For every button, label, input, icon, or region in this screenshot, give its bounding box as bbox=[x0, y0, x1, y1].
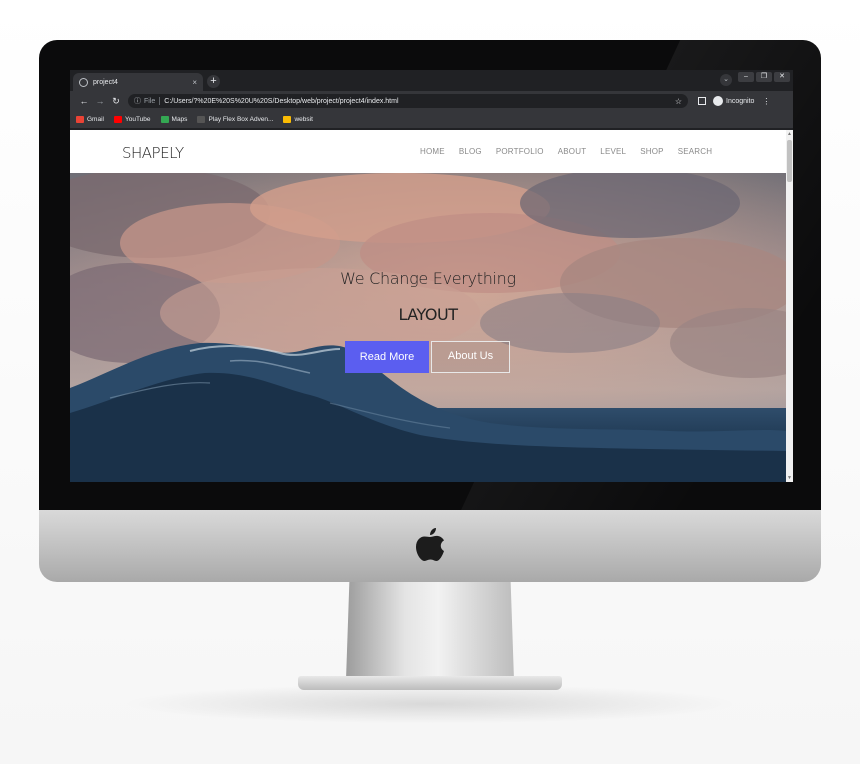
nav-home[interactable]: HOME bbox=[420, 147, 445, 156]
close-icon[interactable]: × bbox=[192, 78, 197, 87]
page-scrollbar[interactable]: ▲ ▼ bbox=[786, 130, 793, 482]
forward-arrow-icon[interactable]: → bbox=[92, 96, 108, 106]
stand-shadow bbox=[120, 684, 740, 724]
toolbar-right: Incognito bbox=[698, 96, 754, 106]
read-more-button[interactable]: Read More bbox=[345, 341, 429, 373]
youtube-icon bbox=[113, 116, 122, 123]
site-nav: HOME BLOG PORTFOLIO ABOUT LEVEL SHOP SEA… bbox=[420, 147, 712, 156]
nav-search[interactable]: SEARCH bbox=[678, 147, 713, 156]
maps-icon bbox=[160, 116, 169, 123]
screen: project4 × + ⌄ – ❐ ✕ ← → ↻ ⓘ File C:/Use… bbox=[70, 70, 793, 482]
nav-blog[interactable]: BLOG bbox=[459, 147, 482, 156]
gmail-icon bbox=[76, 116, 84, 123]
incognito-badge[interactable]: Incognito bbox=[713, 96, 754, 106]
about-us-button[interactable]: About Us bbox=[431, 341, 510, 373]
window-controls: – ❐ ✕ bbox=[738, 72, 790, 82]
tab-title: project4 bbox=[93, 78, 118, 86]
divider bbox=[159, 97, 161, 105]
incognito-icon bbox=[713, 96, 723, 106]
url-text[interactable]: C:/Users/?%20E%20S%20U%20S/Desktop/web/p… bbox=[164, 98, 675, 105]
nav-level[interactable]: LEVEL bbox=[600, 147, 626, 156]
bookmark-websit[interactable]: websit bbox=[283, 116, 313, 123]
apple-logo-icon bbox=[416, 528, 444, 561]
scene: project4 × + ⌄ – ❐ ✕ ← → ↻ ⓘ File C:/Use… bbox=[0, 0, 860, 764]
bookmark-flexbox[interactable]: Play Flex Box Adven... bbox=[197, 116, 273, 123]
site-logo[interactable]: SHAPELY bbox=[122, 144, 184, 162]
stand-neck bbox=[346, 582, 514, 680]
nav-shop[interactable]: SHOP bbox=[640, 147, 663, 156]
restore-button[interactable]: ❐ bbox=[756, 72, 772, 82]
hero-subheading: LAYOUT bbox=[398, 305, 458, 324]
bookmark-maps[interactable]: Maps bbox=[160, 116, 187, 123]
chevron-down-icon[interactable]: ⌄ bbox=[720, 74, 732, 86]
scroll-down-icon[interactable]: ▼ bbox=[787, 475, 792, 481]
nav-portfolio[interactable]: PORTFOLIO bbox=[496, 147, 544, 156]
webpage: SHAPELY HOME BLOG PORTFOLIO ABOUT LEVEL … bbox=[70, 130, 786, 482]
more-menu-icon[interactable]: ⋮ bbox=[762, 97, 770, 106]
flexbox-icon bbox=[197, 116, 206, 123]
folder-icon bbox=[283, 116, 292, 123]
site-header: SHAPELY HOME BLOG PORTFOLIO ABOUT LEVEL … bbox=[70, 130, 786, 173]
side-panel-icon[interactable] bbox=[698, 97, 706, 105]
file-label: File bbox=[144, 97, 156, 105]
incognito-label: Incognito bbox=[726, 97, 755, 105]
nav-about[interactable]: ABOUT bbox=[558, 147, 587, 156]
back-arrow-icon[interactable]: ← bbox=[76, 96, 92, 106]
scroll-thumb[interactable] bbox=[787, 140, 792, 182]
tab-strip: project4 × + ⌄ – ❐ ✕ bbox=[70, 70, 793, 91]
close-window-button[interactable]: ✕ bbox=[774, 72, 790, 82]
bookmark-youtube[interactable]: YouTube bbox=[113, 116, 151, 123]
globe-icon bbox=[79, 77, 88, 87]
scroll-up-icon[interactable]: ▲ bbox=[787, 131, 792, 137]
minimize-button[interactable]: – bbox=[738, 72, 754, 82]
hero-section: We Change Everything LAYOUT Read More Ab… bbox=[70, 173, 786, 482]
browser-toolbar: ← → ↻ ⓘ File C:/Users/?%20E%20S%20U%20S/… bbox=[70, 91, 793, 111]
hero-background-image bbox=[70, 173, 786, 482]
info-icon[interactable]: ⓘ bbox=[134, 96, 141, 106]
hero-heading: We Change Everything bbox=[340, 269, 516, 288]
bookmarks-bar: Gmail YouTube Maps Play Flex Box Adven..… bbox=[70, 111, 793, 129]
bookmark-gmail[interactable]: Gmail bbox=[76, 116, 104, 123]
stand-base bbox=[298, 676, 562, 690]
address-bar[interactable]: ⓘ File C:/Users/?%20E%20S%20U%20S/Deskto… bbox=[128, 94, 688, 108]
browser-tab[interactable]: project4 × bbox=[73, 73, 203, 91]
new-tab-button[interactable]: + bbox=[207, 75, 220, 88]
reload-icon[interactable]: ↻ bbox=[108, 96, 124, 107]
star-icon[interactable]: ☆ bbox=[675, 97, 682, 106]
